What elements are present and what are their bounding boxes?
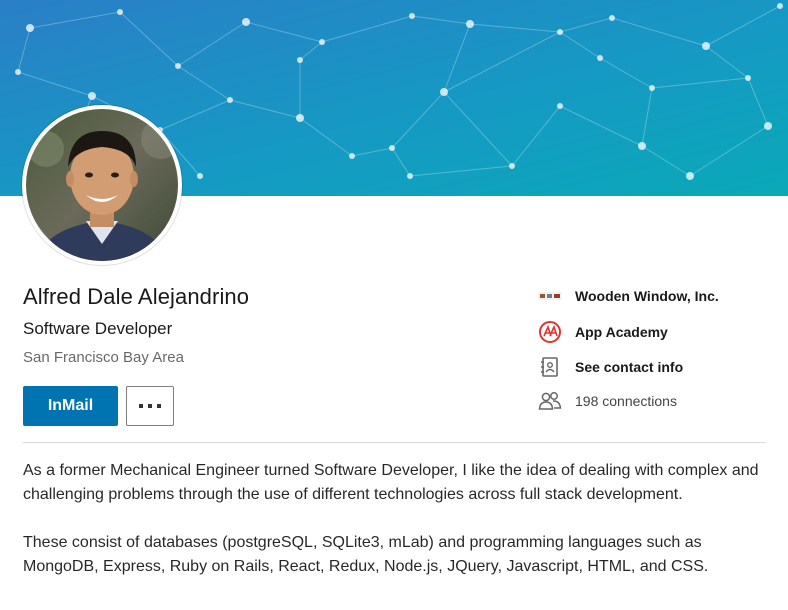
section-divider: [23, 442, 766, 443]
profile-photo: [26, 109, 178, 261]
network-node: [609, 15, 615, 21]
network-node: [297, 57, 303, 63]
network-node: [509, 163, 515, 169]
network-node: [409, 13, 415, 19]
avatar[interactable]: [22, 105, 182, 265]
current-company[interactable]: Wooden Window, Inc.: [537, 283, 719, 309]
network-node: [117, 9, 123, 15]
profile-headline: Software Developer: [23, 319, 173, 338]
people-icon: [537, 388, 563, 414]
profile-summary: As a former Mechanical Engineer turned S…: [23, 459, 765, 603]
network-node: [349, 153, 355, 159]
connections-count: 198 connections: [575, 393, 677, 409]
network-node: [638, 142, 646, 150]
address-book-icon: [537, 354, 563, 380]
summary-paragraph-1: As a former Mechanical Engineer turned S…: [23, 462, 759, 503]
summary-paragraph-2: These consist of databases (postgreSQL, …: [23, 534, 709, 575]
network-node: [702, 42, 710, 50]
network-node: [466, 20, 474, 28]
school-logo-icon: [537, 319, 563, 345]
inmail-button[interactable]: InMail: [23, 386, 118, 426]
connections[interactable]: 198 connections: [537, 388, 677, 414]
network-node: [764, 122, 772, 130]
network-node: [26, 24, 34, 32]
network-node: [175, 63, 181, 69]
contact-info-link[interactable]: See contact info: [537, 354, 683, 380]
network-node: [319, 39, 325, 45]
network-node: [597, 55, 603, 61]
profile-location: San Francisco Bay Area: [23, 349, 184, 366]
network-node: [686, 172, 694, 180]
network-node: [777, 3, 783, 9]
contact-info-label: See contact info: [575, 359, 684, 375]
profile-page: Alfred Dale Alejandrino Software Develop…: [0, 0, 788, 610]
company-name: Wooden Window, Inc.: [575, 288, 719, 304]
network-node: [557, 29, 563, 35]
network-node: [227, 97, 233, 103]
network-node: [197, 173, 203, 179]
network-node: [389, 145, 395, 151]
network-node: [440, 88, 448, 96]
school[interactable]: App Academy: [537, 319, 668, 345]
network-node: [242, 18, 250, 26]
more-actions-button[interactable]: [126, 386, 174, 426]
school-name: App Academy: [575, 324, 668, 340]
network-node: [649, 85, 655, 91]
network-node: [296, 114, 304, 122]
profile-name: Alfred Dale Alejandrino: [23, 284, 250, 309]
network-node: [407, 173, 413, 179]
ellipsis-icon: [139, 404, 161, 408]
network-node: [15, 69, 21, 75]
network-node: [745, 75, 751, 81]
company-logo-icon: [537, 283, 563, 309]
network-node: [557, 103, 563, 109]
network-node: [88, 92, 96, 100]
